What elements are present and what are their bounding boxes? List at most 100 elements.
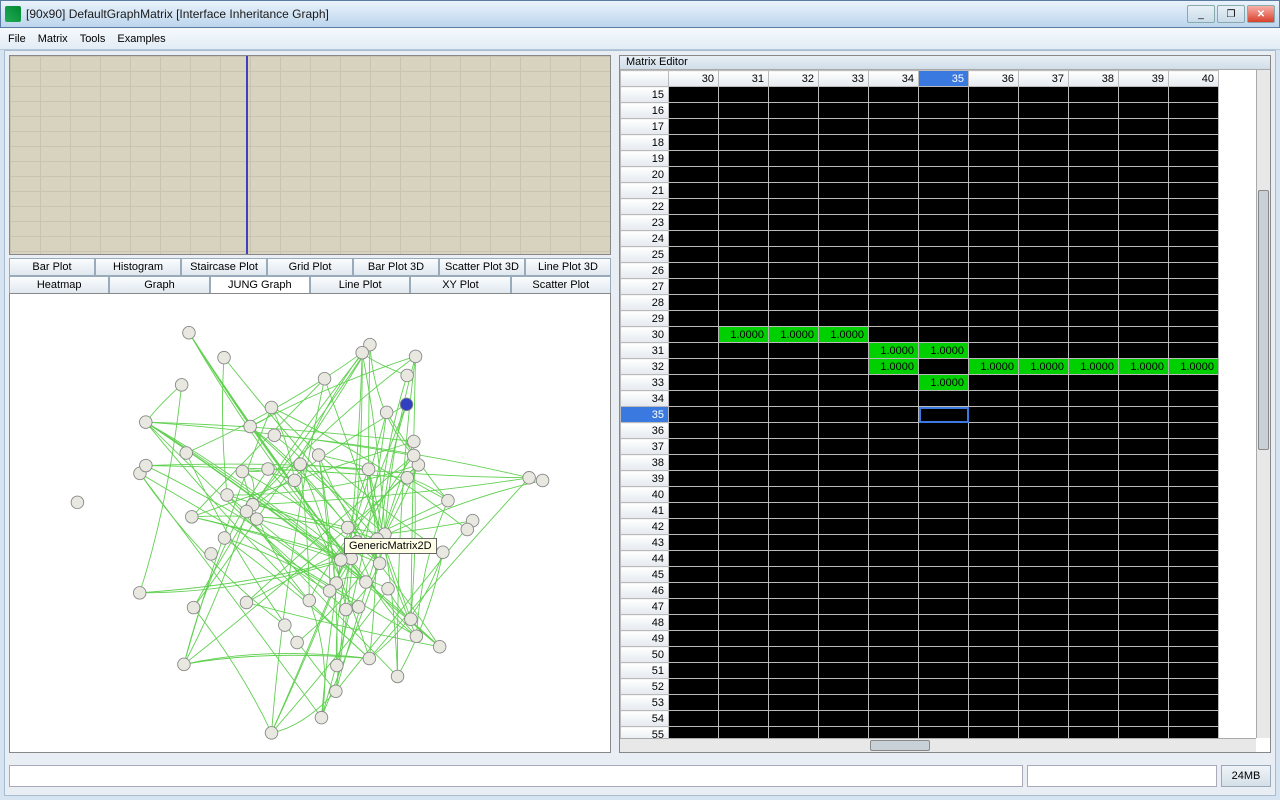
cell-37-35[interactable] — [919, 439, 969, 455]
row-header-50[interactable]: 50 — [621, 647, 669, 663]
graph-node-7[interactable] — [71, 496, 84, 509]
cell-36-36[interactable] — [969, 423, 1019, 439]
cell-21-39[interactable] — [1119, 183, 1169, 199]
cell-39-31[interactable] — [719, 471, 769, 487]
cell-26-40[interactable] — [1169, 263, 1219, 279]
cell-51-39[interactable] — [1119, 663, 1169, 679]
graph-node-6[interactable] — [291, 636, 304, 649]
col-header-33[interactable]: 33 — [819, 71, 869, 87]
cell-47-35[interactable] — [919, 599, 969, 615]
cell-23-30[interactable] — [669, 215, 719, 231]
tab-grid-plot[interactable]: Grid Plot — [267, 258, 353, 276]
cell-38-32[interactable] — [769, 455, 819, 471]
graph-node-36[interactable] — [442, 494, 455, 507]
cell-48-36[interactable] — [969, 615, 1019, 631]
cell-53-38[interactable] — [1069, 695, 1119, 711]
row-header-54[interactable]: 54 — [621, 711, 669, 727]
cell-25-33[interactable] — [819, 247, 869, 263]
maximize-button[interactable]: ❐ — [1217, 5, 1245, 23]
row-header-44[interactable]: 44 — [621, 551, 669, 567]
cell-52-30[interactable] — [669, 679, 719, 695]
cell-38-37[interactable] — [1019, 455, 1069, 471]
cell-32-30[interactable] — [669, 359, 719, 375]
row-header-20[interactable]: 20 — [621, 167, 669, 183]
graph-node-34[interactable] — [133, 587, 146, 600]
cell-44-38[interactable] — [1069, 551, 1119, 567]
cell-45-31[interactable] — [719, 567, 769, 583]
cell-51-36[interactable] — [969, 663, 1019, 679]
row-header-30[interactable]: 30 — [621, 327, 669, 343]
cell-33-34[interactable] — [869, 375, 919, 391]
cell-51-30[interactable] — [669, 663, 719, 679]
graph-node-64[interactable] — [323, 585, 336, 598]
cell-23-39[interactable] — [1119, 215, 1169, 231]
cell-37-30[interactable] — [669, 439, 719, 455]
cell-53-39[interactable] — [1119, 695, 1169, 711]
cell-15-32[interactable] — [769, 87, 819, 103]
cell-26-37[interactable] — [1019, 263, 1069, 279]
cell-53-33[interactable] — [819, 695, 869, 711]
cell-48-31[interactable] — [719, 615, 769, 631]
cell-34-32[interactable] — [769, 391, 819, 407]
tab-graph[interactable]: Graph — [109, 276, 209, 294]
cell-23-35[interactable] — [919, 215, 969, 231]
col-header-35[interactable]: 35 — [919, 71, 969, 87]
cell-43-35[interactable] — [919, 535, 969, 551]
cell-24-30[interactable] — [669, 231, 719, 247]
cell-30-40[interactable] — [1169, 327, 1219, 343]
cell-44-39[interactable] — [1119, 551, 1169, 567]
graph-node-14[interactable] — [221, 489, 234, 502]
graph-node-8[interactable] — [183, 326, 196, 339]
cell-41-37[interactable] — [1019, 503, 1069, 519]
cell-52-32[interactable] — [769, 679, 819, 695]
cell-28-38[interactable] — [1069, 295, 1119, 311]
cell-16-40[interactable] — [1169, 103, 1219, 119]
graph-node-47[interactable] — [186, 511, 199, 524]
cell-16-38[interactable] — [1069, 103, 1119, 119]
cell-38-35[interactable] — [919, 455, 969, 471]
cell-55-32[interactable] — [769, 727, 819, 739]
cell-29-30[interactable] — [669, 311, 719, 327]
cell-29-31[interactable] — [719, 311, 769, 327]
cell-28-36[interactable] — [969, 295, 1019, 311]
graph-node-68[interactable] — [373, 557, 386, 570]
cell-17-37[interactable] — [1019, 119, 1069, 135]
cell-25-37[interactable] — [1019, 247, 1069, 263]
cell-17-31[interactable] — [719, 119, 769, 135]
row-header-33[interactable]: 33 — [621, 375, 669, 391]
row-header-49[interactable]: 49 — [621, 631, 669, 647]
cell-23-34[interactable] — [869, 215, 919, 231]
cell-55-35[interactable] — [919, 727, 969, 739]
cell-30-38[interactable] — [1069, 327, 1119, 343]
tab-scatter-plot-3d[interactable]: Scatter Plot 3D — [439, 258, 525, 276]
cell-51-31[interactable] — [719, 663, 769, 679]
cell-24-37[interactable] — [1019, 231, 1069, 247]
cell-27-34[interactable] — [869, 279, 919, 295]
cell-48-33[interactable] — [819, 615, 869, 631]
cell-52-39[interactable] — [1119, 679, 1169, 695]
cell-29-37[interactable] — [1019, 311, 1069, 327]
cell-37-38[interactable] — [1069, 439, 1119, 455]
cell-45-39[interactable] — [1119, 567, 1169, 583]
cell-54-38[interactable] — [1069, 711, 1119, 727]
cell-23-40[interactable] — [1169, 215, 1219, 231]
cell-27-40[interactable] — [1169, 279, 1219, 295]
cell-16-34[interactable] — [869, 103, 919, 119]
cell-44-40[interactable] — [1169, 551, 1219, 567]
cell-38-34[interactable] — [869, 455, 919, 471]
cell-19-33[interactable] — [819, 151, 869, 167]
cell-46-30[interactable] — [669, 583, 719, 599]
cell-22-37[interactable] — [1019, 199, 1069, 215]
cell-36-37[interactable] — [1019, 423, 1069, 439]
cell-19-34[interactable] — [869, 151, 919, 167]
cell-32-38[interactable]: 1.0000 — [1069, 359, 1119, 375]
cell-47-36[interactable] — [969, 599, 1019, 615]
cell-27-35[interactable] — [919, 279, 969, 295]
cell-27-31[interactable] — [719, 279, 769, 295]
row-header-16[interactable]: 16 — [621, 103, 669, 119]
cell-47-39[interactable] — [1119, 599, 1169, 615]
cell-17-39[interactable] — [1119, 119, 1169, 135]
row-header-17[interactable]: 17 — [621, 119, 669, 135]
cell-21-37[interactable] — [1019, 183, 1069, 199]
cell-26-35[interactable] — [919, 263, 969, 279]
